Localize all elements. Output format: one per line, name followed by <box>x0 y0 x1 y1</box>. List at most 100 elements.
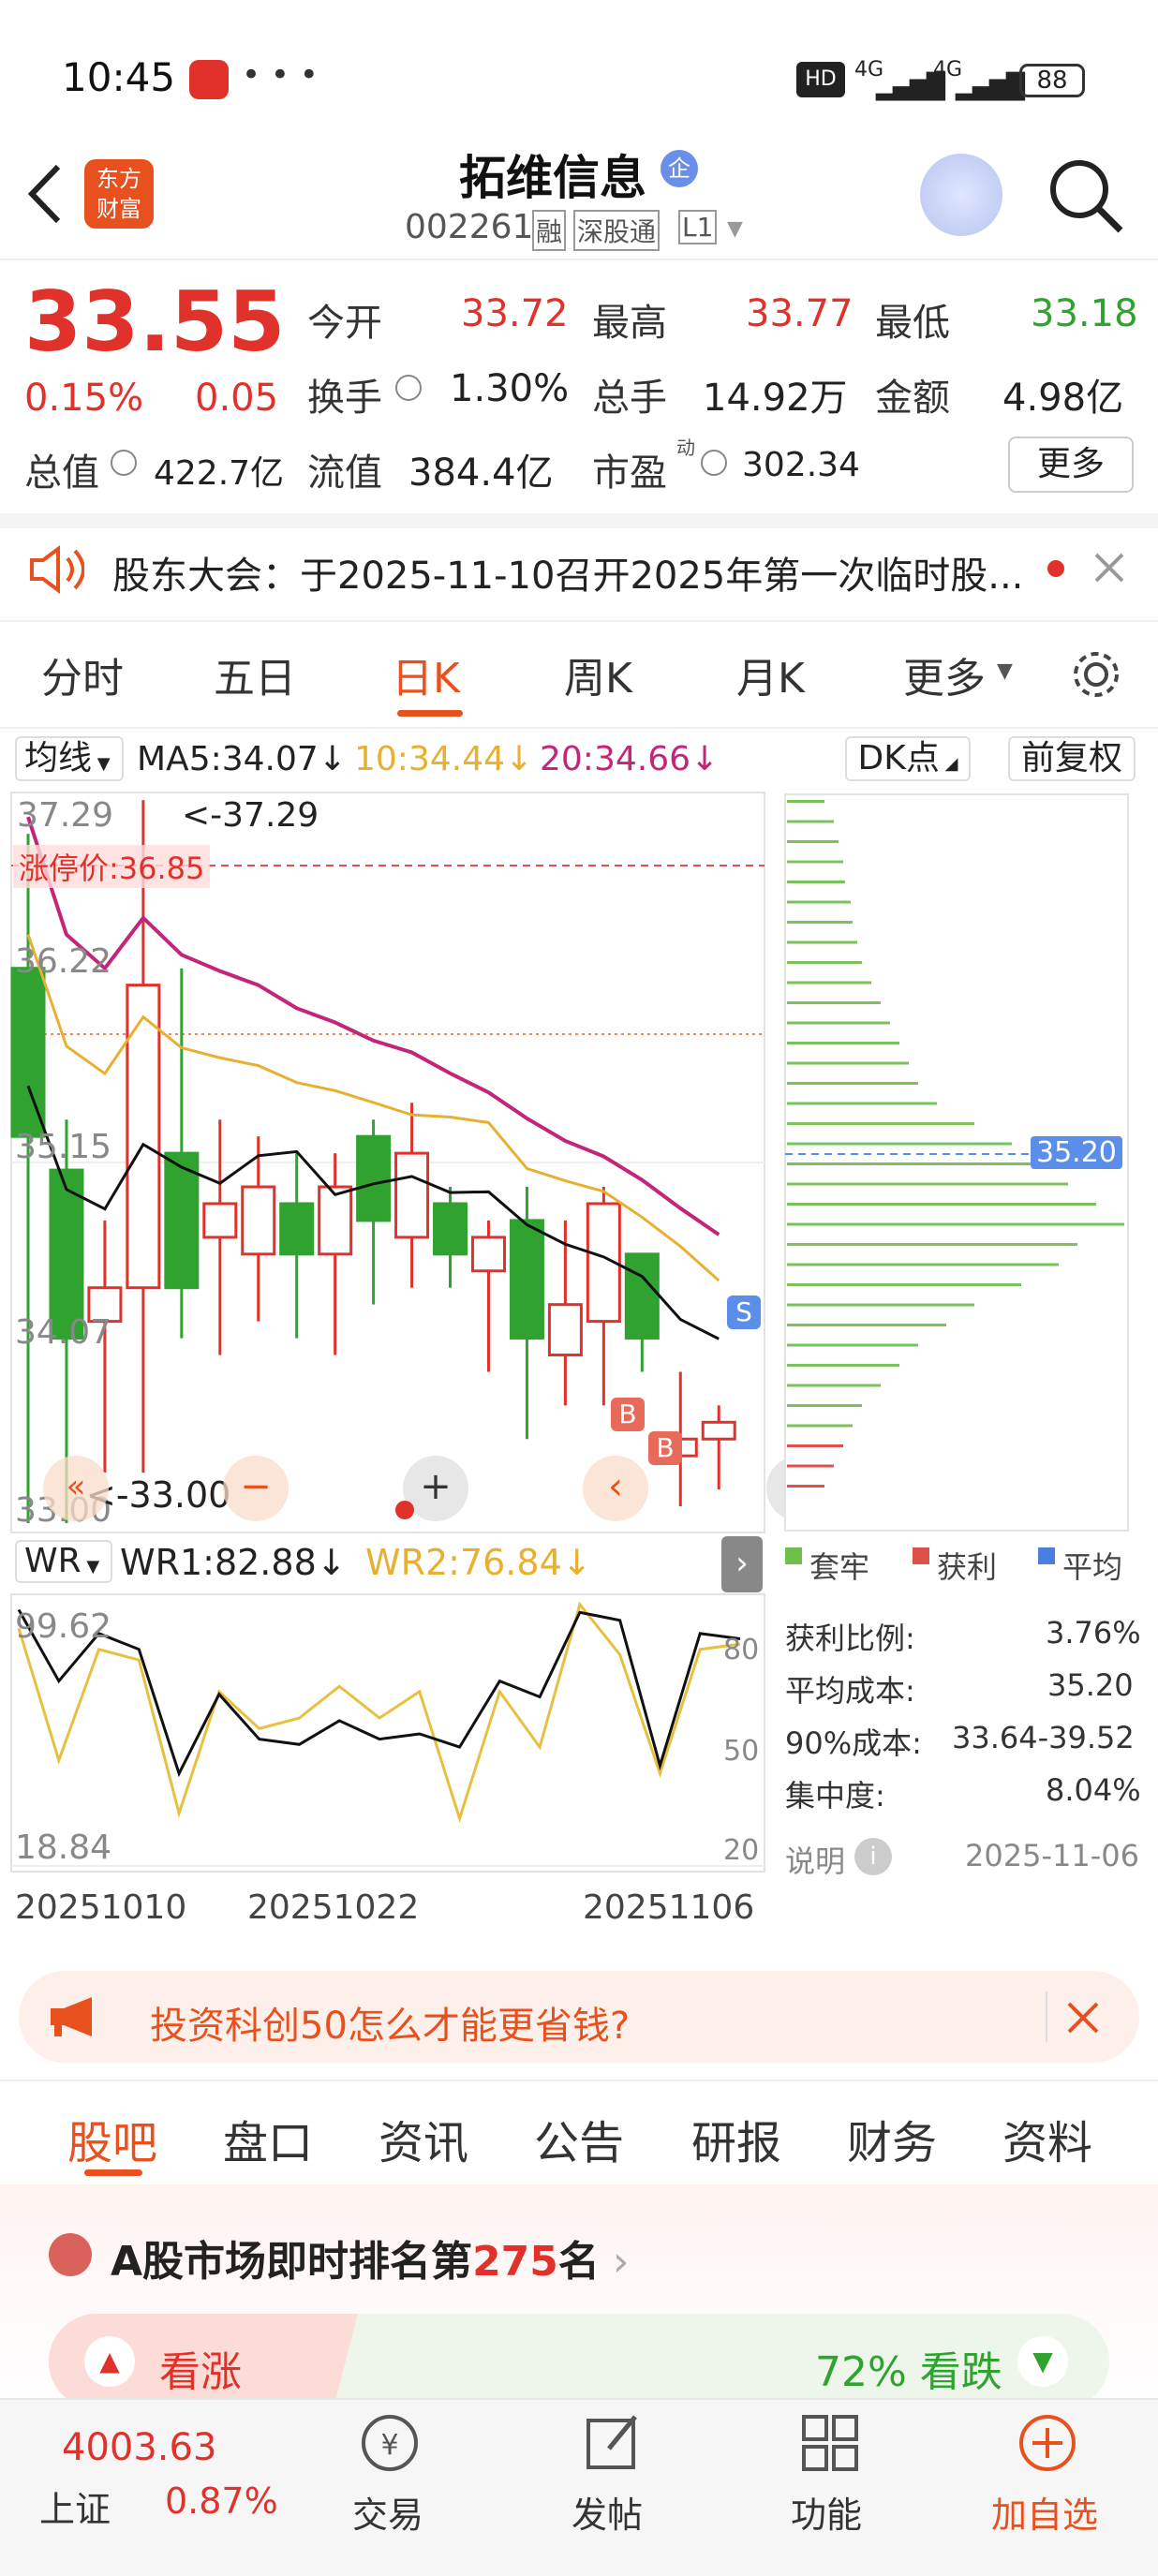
settings-gear-icon[interactable] <box>1068 646 1124 703</box>
tab-daily-k[interactable]: 日K <box>392 644 460 704</box>
scroll-left-icon[interactable]: « <box>43 1456 109 1521</box>
high-label: 最高 <box>592 302 667 345</box>
robot-avatar-icon[interactable] <box>920 154 1002 236</box>
info-icon[interactable] <box>395 375 422 401</box>
chip-bar <box>787 1222 1124 1226</box>
rank-chart-icon <box>49 2233 92 2276</box>
add-watchlist-icon[interactable] <box>1016 2411 1079 2475</box>
wr-selector[interactable]: WR ▼ <box>15 1540 112 1583</box>
info-icon-2[interactable] <box>111 450 137 476</box>
more-dots-icon: • • • <box>242 56 319 94</box>
expand-arrow-icon[interactable]: › <box>721 1536 763 1592</box>
nav-tab-quote[interactable]: 盘口 <box>223 2106 313 2171</box>
bottom-post[interactable]: 发帖 <box>572 2486 643 2538</box>
info-icon[interactable]: i <box>854 1838 892 1875</box>
nav-tab-news[interactable]: 资讯 <box>379 2106 468 2171</box>
pe-sup: 动 <box>676 437 695 459</box>
vote-down-icon[interactable]: ▼ <box>1017 2336 1068 2387</box>
prev-icon[interactable]: ‹ <box>583 1456 648 1521</box>
stock-name: 拓维信息 <box>459 151 646 205</box>
legend-average: 平均 <box>1062 1549 1123 1585</box>
nav-tab-forum[interactable]: 股吧 <box>67 2106 157 2171</box>
post-edit-icon[interactable] <box>581 2411 645 2475</box>
zoom-out-icon[interactable]: − <box>223 1456 289 1521</box>
rank-prefix: A股市场即时排名第 <box>111 2238 473 2286</box>
vote-up-icon[interactable]: ▲ <box>84 2336 135 2387</box>
date-label: 20251106 <box>583 1888 755 1927</box>
wr-chart[interactable] <box>0 1592 774 1873</box>
candle-body <box>624 1252 660 1340</box>
chip-date: 2025-11-06 <box>965 1838 1139 1873</box>
change-pct: 0.15% <box>24 377 144 420</box>
dk-point-button[interactable]: DK点 ◢ <box>845 736 971 781</box>
bottom-trade[interactable]: 交易 <box>352 2486 423 2538</box>
pe-value: 302.34 <box>742 446 860 484</box>
date-label: 20251022 <box>247 1888 420 1927</box>
vote-down-label[interactable]: 72% 看跌 <box>815 2338 1002 2398</box>
status-time: 10:45 <box>62 54 176 100</box>
amount-label: 金额 <box>875 377 950 420</box>
tab-monthly-k[interactable]: 月K <box>736 644 805 704</box>
nav-tab-profile[interactable]: 资料 <box>1002 2106 1092 2171</box>
low-label: 最低 <box>875 302 950 345</box>
legend-swatch <box>785 1547 802 1564</box>
ma-selector[interactable]: 均线 ▼ <box>15 736 124 781</box>
divider <box>0 620 1158 622</box>
screen: 10:45 • • • HD 4G ▂▄▆█ 4G ▂▄▆█ 88 东方 财富 拓… <box>0 0 1158 2576</box>
logo-text-1: 东方 <box>96 166 141 192</box>
adjust-button[interactable]: 前复权 <box>1008 736 1136 781</box>
chip-bar <box>787 1283 1021 1286</box>
tab-more[interactable]: 更多 <box>903 644 986 704</box>
info-icon-3[interactable] <box>701 450 727 476</box>
close-ad-icon[interactable] <box>1066 2001 1100 2035</box>
limit-up-label: 涨停价:36.85 <box>13 845 211 888</box>
candle-body <box>202 1202 238 1239</box>
bottom-function[interactable]: 功能 <box>791 2486 862 2538</box>
high-value: 33.77 <box>746 292 854 335</box>
chip-value: 3.76% <box>1046 1615 1141 1651</box>
chip-bar <box>787 1404 862 1407</box>
volume-value: 14.92万 <box>703 377 848 420</box>
index-pct: 0.87% <box>165 2480 278 2522</box>
tab-five-day[interactable]: 五日 <box>214 644 296 704</box>
chip-value: 35.20 <box>1047 1667 1134 1703</box>
bottom-add-watchlist[interactable]: 加自选 <box>991 2486 1098 2538</box>
logo-text-2: 财富 <box>96 196 141 222</box>
nav-tab-finance[interactable]: 财务 <box>847 2106 937 2171</box>
function-grid-icon[interactable] <box>798 2411 862 2475</box>
chip-bar <box>787 900 851 904</box>
trade-icon[interactable]: ¥ <box>358 2411 422 2475</box>
candle-body <box>470 1236 506 1273</box>
more-button[interactable]: 更多 <box>1008 437 1134 493</box>
notice-text[interactable]: 股东大会：于2025-11-10召开2025年第一次临时股... <box>112 545 1031 600</box>
tab-intraday[interactable]: 分时 <box>41 644 124 704</box>
chip-bar <box>787 1384 881 1387</box>
app-notification-icon <box>189 60 229 99</box>
rank-text[interactable]: A股市场即时排名第275名 › <box>111 2228 630 2287</box>
ma5-value: MA5:34.07↓ <box>137 740 347 778</box>
mcap-value: 422.7亿 <box>154 454 285 493</box>
search-icon[interactable] <box>1047 157 1124 234</box>
buy-marker-2: B <box>648 1431 682 1465</box>
chip-label: 平均成本: <box>785 1673 915 1709</box>
app-logo[interactable]: 东方 财富 <box>84 159 154 229</box>
signal-icon-2: ▂▄▆█ <box>956 73 1025 101</box>
vote-up-label[interactable]: 看涨 <box>159 2338 242 2398</box>
nav-tab-research[interactable]: 研报 <box>691 2106 781 2171</box>
legend-trapped: 套牢 <box>809 1549 870 1585</box>
nav-tab-announcement[interactable]: 公告 <box>534 2106 624 2171</box>
close-icon[interactable] <box>1092 551 1126 585</box>
kline-chart[interactable] <box>0 791 774 1536</box>
dropdown-icon[interactable]: ▼ <box>727 217 743 241</box>
ad-text[interactable]: 投资科创50怎么才能更省钱? <box>150 1995 630 2050</box>
index-value[interactable]: 4003.63 <box>62 2426 216 2469</box>
tab-weekly-k[interactable]: 周K <box>564 644 632 704</box>
divider <box>0 2080 1158 2081</box>
chip-note[interactable]: 说明 <box>785 1838 845 1881</box>
candle-body <box>547 1303 583 1357</box>
back-icon[interactable] <box>22 161 66 227</box>
chip-bar <box>787 800 824 803</box>
nav-indicator <box>84 2169 142 2176</box>
chip-bar <box>787 1444 843 1447</box>
tag-connect: 深股通 <box>573 210 661 251</box>
